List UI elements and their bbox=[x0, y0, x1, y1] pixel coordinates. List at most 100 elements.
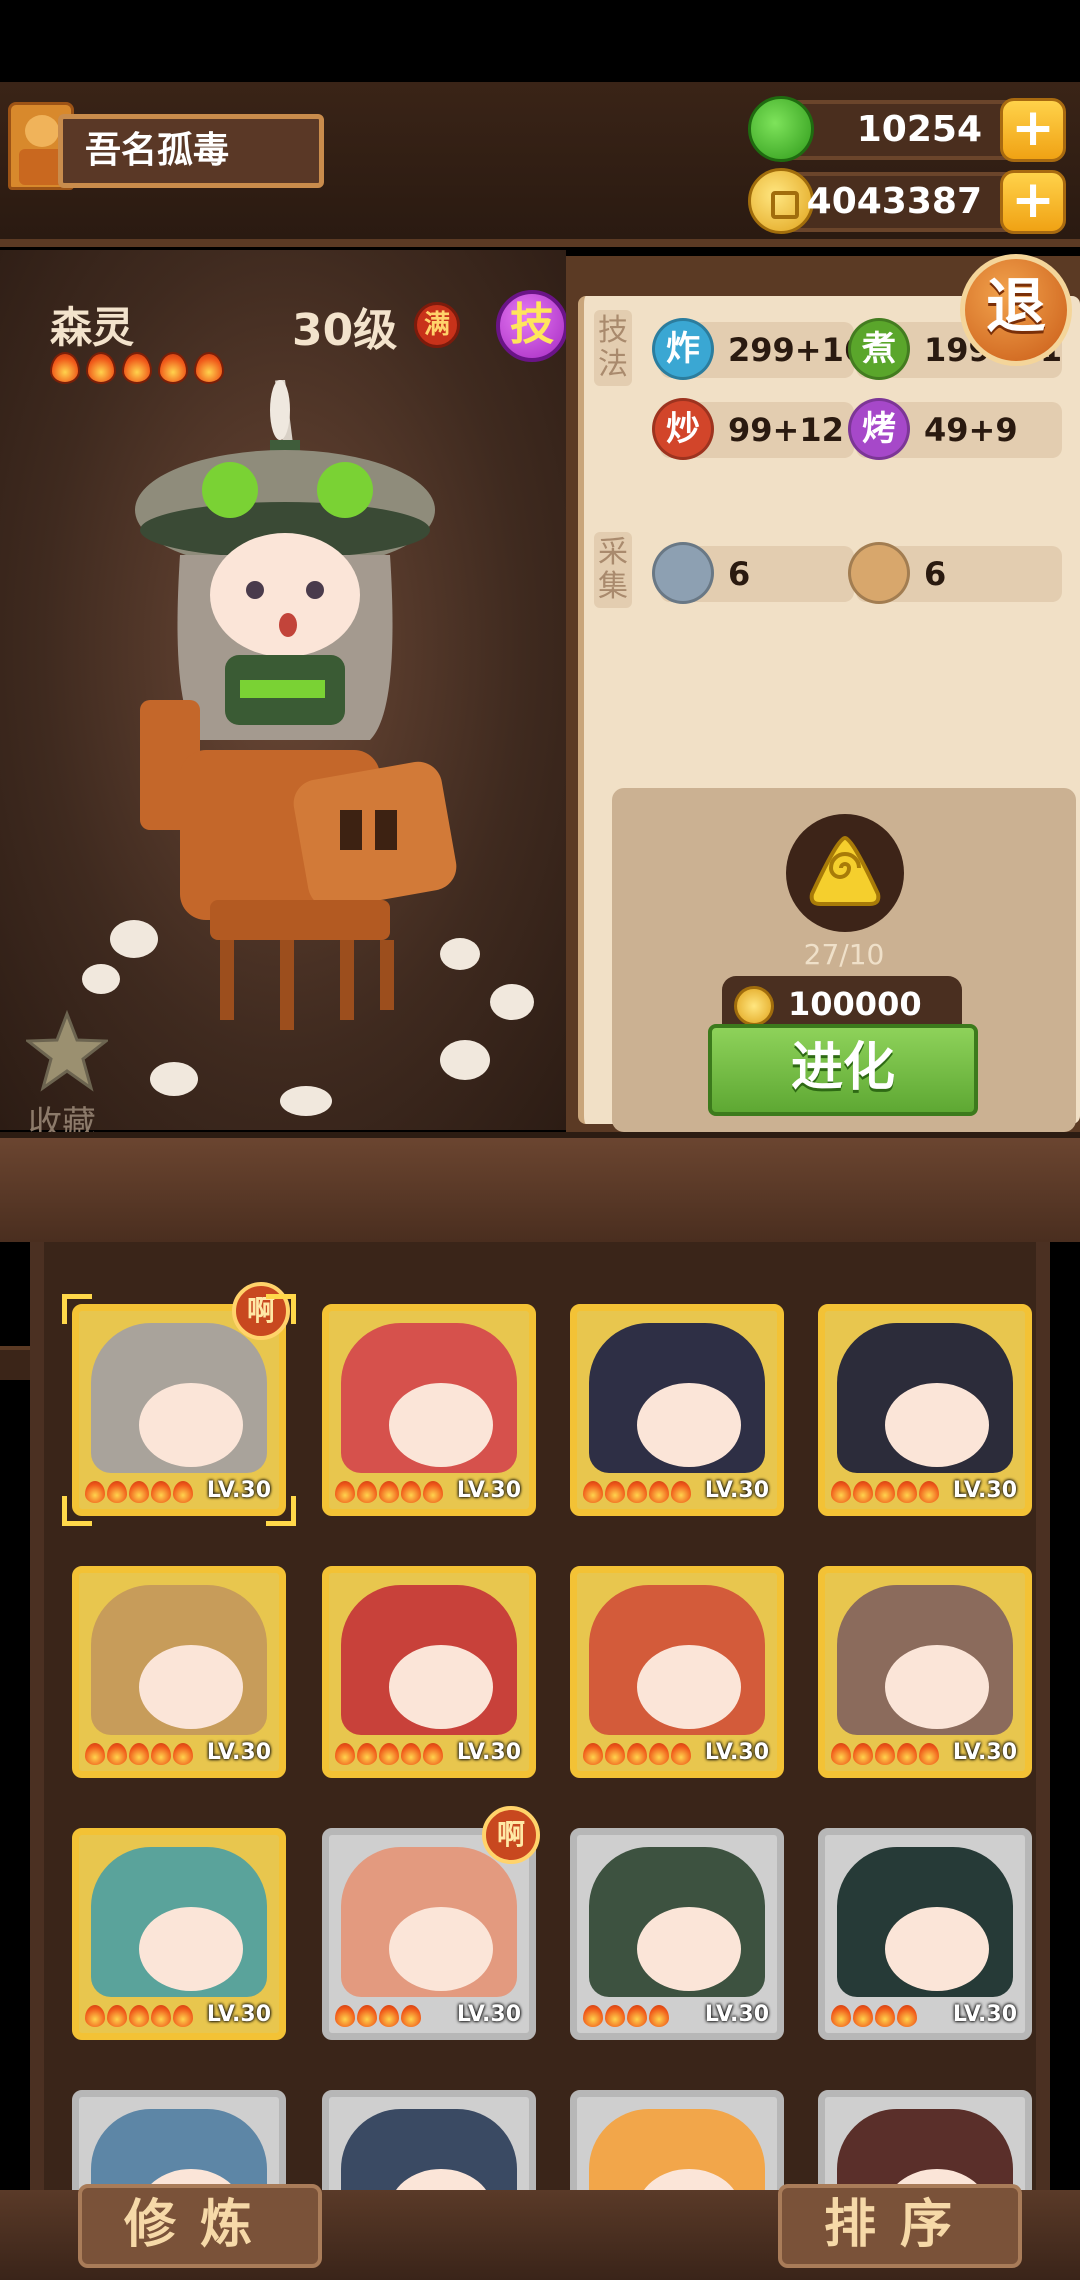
jade-icon bbox=[748, 96, 814, 162]
hero-card-level: LV.30 bbox=[952, 2002, 1017, 2027]
game-screen: { "player": {"name": "吾名孤毒"}, "currencie… bbox=[0, 0, 1080, 2280]
flame-star-icon bbox=[649, 2005, 669, 2027]
flame-star-icon bbox=[151, 1481, 171, 1503]
fish-value: 6 bbox=[728, 555, 751, 593]
hero-card[interactable]: LV.30 bbox=[322, 1566, 536, 1778]
hero-card[interactable]: LV.30 bbox=[818, 1828, 1032, 2040]
evolve-button[interactable]: 进化 bbox=[708, 1024, 978, 1116]
hero-card[interactable]: LV.30 bbox=[570, 1828, 784, 2040]
cultivate-button[interactable]: 修炼 bbox=[78, 2184, 322, 2268]
coin-icon bbox=[748, 168, 814, 234]
flame-star-icon bbox=[583, 2005, 603, 2027]
player-name[interactable]: 吾名孤毒 bbox=[58, 114, 324, 188]
roast-icon: 烤 bbox=[848, 398, 910, 460]
cloud-puff bbox=[280, 1086, 332, 1116]
flame-star-icon bbox=[649, 1481, 669, 1503]
flame-star-icon bbox=[605, 1481, 625, 1503]
hero-card[interactable]: LV.30 bbox=[570, 1304, 784, 1516]
hero-card-level: LV.30 bbox=[456, 1740, 521, 1765]
hero-card[interactable]: LV.30 bbox=[72, 1828, 286, 2040]
evolve-material-count: 27/10 bbox=[803, 938, 885, 971]
hero-card[interactable]: LV.30 bbox=[322, 1304, 536, 1516]
hero-card-portrait bbox=[91, 1585, 267, 1735]
flame-star-icon bbox=[173, 1481, 193, 1503]
bun-icon bbox=[848, 542, 910, 604]
hero-card-stars bbox=[85, 1481, 193, 1503]
flame-star-icon bbox=[875, 1481, 895, 1503]
flame-star-icon bbox=[107, 1743, 127, 1765]
top-bar: 吾名孤毒 10254 + 4043387 + bbox=[0, 82, 1080, 247]
flame-star-icon bbox=[335, 1481, 355, 1503]
cloud-puff bbox=[490, 984, 534, 1020]
flame-star-icon bbox=[173, 2005, 193, 2027]
flame-star-icon bbox=[335, 1743, 355, 1765]
flame-star-icon bbox=[129, 1481, 149, 1503]
hero-card-level: LV.30 bbox=[206, 1740, 271, 1765]
fry-icon: 炸 bbox=[652, 318, 714, 380]
hero-card-stars bbox=[831, 1743, 939, 1765]
hero-card-level: LV.30 bbox=[456, 1478, 521, 1503]
flame-star-icon bbox=[605, 1743, 625, 1765]
flame-star-icon bbox=[605, 2005, 625, 2027]
flame-star-icon bbox=[357, 1481, 377, 1503]
fry-value: 299+16 bbox=[728, 331, 867, 369]
hero-card-stars bbox=[583, 1481, 691, 1503]
flame-star-icon bbox=[671, 1743, 691, 1765]
add-coins-button[interactable]: + bbox=[1000, 170, 1066, 234]
skill-button[interactable]: 技 bbox=[496, 290, 568, 362]
sort-button[interactable]: 排序 bbox=[778, 2184, 1022, 2268]
flame-star-icon bbox=[831, 2005, 851, 2027]
flame-star-icon bbox=[335, 2005, 355, 2027]
hero-card-portrait bbox=[341, 1847, 517, 1997]
flame-star-icon bbox=[357, 1743, 377, 1765]
cloud-puff bbox=[440, 938, 480, 970]
flame-star-icon bbox=[853, 1481, 873, 1503]
hero-card[interactable]: LV.30 bbox=[570, 1566, 784, 1778]
hero-card-face bbox=[637, 1383, 741, 1467]
selection-corner bbox=[62, 1496, 92, 1526]
quit-button[interactable]: 退 bbox=[960, 254, 1072, 366]
flame-star-icon bbox=[423, 1481, 443, 1503]
hero-card-level: LV.30 bbox=[456, 2002, 521, 2027]
hero-card-stars bbox=[85, 2005, 193, 2027]
selection-corner bbox=[62, 1294, 92, 1324]
favorite-star-icon[interactable] bbox=[26, 1010, 108, 1092]
hero-card-level: LV.30 bbox=[206, 1478, 271, 1503]
gather-fish: 6 bbox=[652, 542, 854, 604]
flame-star-icon bbox=[85, 2005, 105, 2027]
gather-bun: 6 bbox=[848, 542, 1062, 604]
coin-icon bbox=[734, 986, 774, 1026]
hero-info-panel: 技法 炸 299+16 煮 199+21 炒 99+12 烤 49+9 采集 6… bbox=[566, 256, 1080, 1132]
flame-star-icon bbox=[173, 1743, 193, 1765]
hero-card-portrait bbox=[837, 1585, 1013, 1735]
hero-card-portrait bbox=[589, 1847, 765, 1997]
hero-card-portrait bbox=[341, 1323, 517, 1473]
flame-star-icon bbox=[897, 1481, 917, 1503]
flame-star-icon bbox=[107, 2005, 127, 2027]
hero-card[interactable]: LV.30 bbox=[818, 1304, 1032, 1516]
flame-star-icon bbox=[875, 1743, 895, 1765]
flame-star-icon bbox=[107, 1481, 127, 1503]
gather-tag: 采集 bbox=[594, 532, 632, 608]
flame-star-icon bbox=[853, 2005, 873, 2027]
cloud-puff bbox=[82, 964, 120, 994]
hero-card-face bbox=[885, 1907, 989, 1991]
wood-shelf bbox=[0, 1132, 1080, 1242]
hero-card-portrait bbox=[91, 1847, 267, 1997]
max-level-badge: 满 bbox=[414, 302, 460, 348]
flame-star-icon bbox=[401, 2005, 421, 2027]
hero-card-face bbox=[139, 1907, 243, 1991]
technique-stir-fry: 炒 99+12 bbox=[652, 398, 854, 460]
hero-card[interactable]: LV.30 bbox=[818, 1566, 1032, 1778]
add-jade-button[interactable]: + bbox=[1000, 98, 1066, 162]
jade-amount: 10254 bbox=[856, 109, 982, 150]
flame-star-icon bbox=[649, 1743, 669, 1765]
flame-star-icon bbox=[151, 1743, 171, 1765]
hero-card[interactable]: LV.30 bbox=[72, 1566, 286, 1778]
hero-card-face bbox=[139, 1383, 243, 1467]
flame-star-icon bbox=[401, 1743, 421, 1765]
flame-star-icon bbox=[50, 352, 80, 384]
flame-star-icon bbox=[583, 1481, 603, 1503]
roast-value: 49+9 bbox=[924, 411, 1018, 449]
hero-card-grid: LV.30 啊 LV.30 LV.30 LV.30 LV.30 LV.30 LV.30 LV.3… bbox=[30, 1242, 1050, 2280]
